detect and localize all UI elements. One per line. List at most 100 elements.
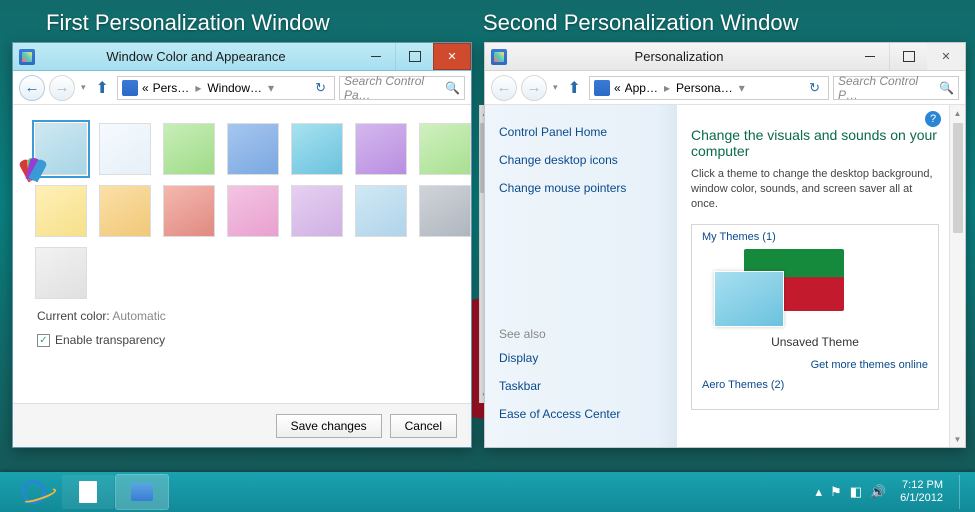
refresh-button[interactable]: ↻ — [311, 80, 330, 96]
show-desktop-button[interactable] — [959, 475, 967, 509]
scroll-up-icon[interactable]: ▲ — [954, 105, 962, 121]
address-bar[interactable]: « App… ▸ Persona… ▾ ↻ — [589, 76, 829, 100]
chevron-down-icon[interactable]: ▾ — [266, 81, 276, 95]
see-also-taskbar[interactable]: Taskbar — [499, 379, 662, 393]
tray-chevron-icon[interactable]: ▴ — [816, 484, 823, 500]
forward-button[interactable]: → — [49, 75, 75, 101]
chevron-down-icon[interactable]: ▾ — [737, 81, 747, 95]
theme-name: Unsaved Theme — [702, 335, 928, 349]
transparency-row[interactable]: ✓ Enable transparency — [13, 333, 479, 361]
scroll-down-icon[interactable]: ▼ — [954, 431, 962, 447]
breadcrumb-seg[interactable]: Persona… — [676, 81, 733, 95]
titlebar[interactable]: Window Color and Appearance — [13, 43, 471, 71]
search-icon: 🔍 — [445, 81, 460, 95]
color-swatch[interactable] — [99, 123, 151, 175]
close-button[interactable] — [927, 43, 965, 70]
control-panel-icon — [491, 49, 507, 65]
address-bar[interactable]: « Pers… ▸ Window… ▾ ↻ — [117, 76, 335, 100]
color-swatch[interactable] — [35, 185, 87, 237]
breadcrumb-seg[interactable]: « — [142, 81, 149, 95]
search-placeholder: Search Control P… — [838, 74, 939, 102]
sidebar-link-pointers[interactable]: Change mouse pointers — [499, 181, 662, 195]
help-icon[interactable]: ? — [925, 111, 941, 127]
titlebar[interactable]: Personalization — [485, 43, 965, 71]
color-swatch[interactable] — [355, 185, 407, 237]
see-also-display[interactable]: Display — [499, 351, 662, 365]
taskbar-explorer[interactable] — [62, 475, 114, 509]
forward-button[interactable]: → — [521, 75, 547, 101]
breadcrumb-seg[interactable]: Pers… — [153, 81, 190, 95]
ie-icon — [22, 480, 46, 504]
see-also-section: See also Display Taskbar Ease of Access … — [499, 327, 662, 435]
power-icon[interactable]: ◧ — [850, 484, 862, 500]
transparency-checkbox[interactable]: ✓ — [37, 334, 50, 347]
clock-time: 7:12 PM — [900, 479, 943, 492]
chevron-right-icon: ▸ — [662, 81, 672, 95]
window-controls — [851, 43, 965, 70]
refresh-button[interactable]: ↻ — [805, 80, 824, 96]
page-heading: Change the visuals and sounds on your co… — [691, 127, 939, 159]
color-swatch[interactable] — [291, 123, 343, 175]
back-button[interactable]: ← — [19, 75, 45, 101]
scroll-thumb[interactable] — [953, 123, 963, 233]
flag-icon[interactable]: ⚑ — [830, 484, 842, 500]
clock[interactable]: 7:12 PM 6/1/2012 — [900, 479, 943, 505]
see-also-ease[interactable]: Ease of Access Center — [499, 407, 662, 421]
maximize-button[interactable] — [889, 43, 927, 70]
breadcrumb-seg[interactable]: « — [614, 81, 621, 95]
back-button[interactable]: ← — [491, 75, 517, 101]
color-swatch[interactable] — [291, 185, 343, 237]
minimize-button[interactable] — [851, 43, 889, 70]
color-fan-icon — [22, 154, 56, 184]
control-panel-icon — [19, 49, 35, 65]
window-personalization: Personalization ← → ▾ ⬆ « App… ▸ Persona… — [484, 42, 966, 448]
more-themes-link[interactable]: Get more themes online — [811, 359, 928, 371]
color-swatch[interactable] — [35, 123, 87, 175]
history-dropdown[interactable]: ▾ — [79, 82, 88, 93]
window-title: Personalization — [507, 49, 851, 64]
scrollbar[interactable]: ▲ ▼ — [949, 105, 965, 447]
themes-panel: My Themes (1) Unsaved Theme Get more the… — [691, 224, 939, 410]
taskbar: ▴ ⚑ ◧ 🔊 7:12 PM 6/1/2012 — [0, 472, 975, 512]
color-swatch[interactable] — [163, 123, 215, 175]
sidebar-link-icons[interactable]: Change desktop icons — [499, 153, 662, 167]
up-button[interactable]: ⬆ — [564, 78, 585, 98]
button-row: Save changes Cancel — [13, 403, 471, 447]
save-button[interactable]: Save changes — [276, 414, 382, 438]
cancel-button[interactable]: Cancel — [390, 414, 457, 438]
color-swatch[interactable] — [35, 247, 87, 299]
theme-thumbnail[interactable] — [714, 249, 844, 331]
sidebar: Control Panel Home Change desktop icons … — [485, 105, 677, 447]
color-swatch[interactable] — [163, 185, 215, 237]
color-swatch[interactable] — [355, 123, 407, 175]
see-also-label: See also — [499, 327, 662, 341]
history-dropdown[interactable]: ▾ — [551, 82, 560, 93]
transparency-label: Enable transparency — [55, 333, 165, 347]
page-description: Click a theme to change the desktop back… — [691, 167, 939, 212]
color-swatch[interactable] — [99, 185, 151, 237]
document-icon — [79, 481, 97, 503]
close-button[interactable] — [433, 43, 471, 70]
volume-icon[interactable]: 🔊 — [870, 484, 886, 500]
color-swatch[interactable] — [419, 123, 471, 175]
search-input[interactable]: Search Control Pa… 🔍 — [339, 76, 465, 100]
clock-date: 6/1/2012 — [900, 492, 943, 505]
minimize-button[interactable] — [357, 43, 395, 70]
current-color-value: Automatic — [112, 309, 165, 323]
color-swatch[interactable] — [227, 123, 279, 175]
chevron-right-icon: ▸ — [193, 81, 203, 95]
up-button[interactable]: ⬆ — [92, 78, 113, 98]
current-color-row: Current color: Automatic — [13, 307, 479, 333]
taskbar-personalization[interactable] — [116, 475, 168, 509]
breadcrumb-seg[interactable]: App… — [625, 81, 658, 95]
taskbar-ie[interactable] — [8, 475, 60, 509]
color-swatch[interactable] — [227, 185, 279, 237]
maximize-button[interactable] — [395, 43, 433, 70]
color-swatch[interactable] — [419, 185, 471, 237]
breadcrumb-seg[interactable]: Window… — [207, 81, 262, 95]
sidebar-home[interactable]: Control Panel Home — [499, 125, 662, 139]
personalization-icon — [131, 483, 153, 501]
location-icon — [594, 80, 610, 96]
search-input[interactable]: Search Control P… 🔍 — [833, 76, 959, 100]
search-icon: 🔍 — [939, 81, 954, 95]
